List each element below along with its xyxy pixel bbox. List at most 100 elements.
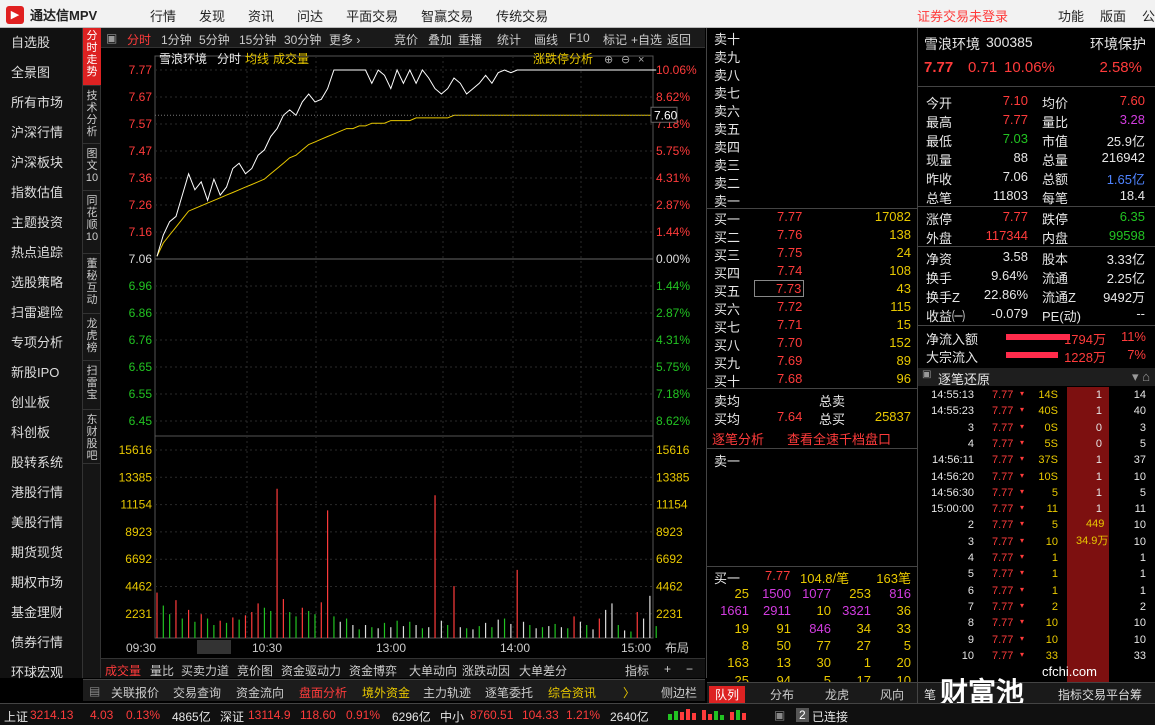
chart-tool-button[interactable]: 返回	[667, 31, 691, 48]
menu-item[interactable]: 发现	[199, 6, 225, 25]
period-tab[interactable]: 分时	[127, 31, 151, 48]
left-nav-item[interactable]: 所有市场	[0, 88, 82, 118]
collapse-icon[interactable]: ▣	[106, 31, 117, 45]
chart-tool-button[interactable]: 标记	[603, 31, 627, 48]
full-depth-link[interactable]: 查看全速千档盘口	[787, 429, 891, 448]
period-tab[interactable]: 5分钟	[199, 31, 230, 48]
orderbook-tab[interactable]: 风向	[880, 686, 904, 703]
vertical-tab[interactable]: 图文10	[83, 146, 101, 191]
right-menu-item[interactable]: 公	[1142, 9, 1155, 24]
indicator-control[interactable]: −	[686, 662, 693, 676]
vertical-tab[interactable]: 龙虎榜	[83, 316, 101, 361]
left-nav-item[interactable]: 债券行情	[0, 628, 82, 658]
vertical-tab[interactable]: 同花顺10	[83, 193, 101, 254]
chart-tool-button[interactable]: +自选	[631, 31, 662, 48]
left-nav-item[interactable]: 科创板	[0, 418, 82, 448]
left-nav-item[interactable]: 指数估值	[0, 178, 82, 208]
left-nav-item[interactable]: 扫雷避险	[0, 298, 82, 328]
indicator-tab[interactable]: 成交量	[105, 662, 141, 679]
indicator-tab[interactable]: 资金博弈	[349, 662, 397, 679]
indicator-tab[interactable]: 大单差分	[519, 662, 567, 679]
chart-tool-button[interactable]: F10	[569, 31, 590, 45]
intraday-chart[interactable]: 7.77 7.67 7.57 7.47 7.36 7.26 7.16 7.06 6.96 6.86…	[101, 48, 705, 658]
left-nav-item[interactable]: 选股策略	[0, 268, 82, 298]
left-nav-item[interactable]: 新股IPO	[0, 358, 82, 388]
zoom-in-icon[interactable]: ⊕	[604, 54, 613, 66]
bottom-panel-tab[interactable]: 〉	[623, 684, 635, 701]
ticks-collapse-icon[interactable]: ▣	[922, 369, 931, 380]
bottom-panel-tab[interactable]: 逐笔委托	[485, 684, 533, 701]
orderbook-tab[interactable]: 龙虎	[825, 686, 849, 703]
ticks-menu-icon[interactable]: ▾ ⌂	[1132, 369, 1150, 385]
menu-item[interactable]: 平面交易	[346, 6, 398, 25]
period-tab[interactable]: 更多 ›	[329, 31, 360, 48]
left-nav-item[interactable]: 环球宏观	[0, 658, 82, 688]
indicator-tab[interactable]: 涨跌动因	[462, 662, 510, 679]
close-icon[interactable]: ×	[638, 54, 644, 66]
left-nav-item[interactable]: 主题投资	[0, 208, 82, 238]
vertical-tab[interactable]: 分时走势	[83, 28, 101, 86]
period-tab[interactable]: 15分钟	[239, 31, 276, 48]
menu-item[interactable]: 传统交易	[496, 6, 548, 25]
industry-tag[interactable]: 环境保护	[1090, 34, 1146, 54]
layout-button[interactable]: 布局	[665, 641, 689, 655]
panel-toggle-icon[interactable]: ▤	[89, 684, 100, 698]
left-nav-item[interactable]: 沪深板块	[0, 148, 82, 178]
left-nav-item[interactable]: 期货现货	[0, 538, 82, 568]
left-nav-item[interactable]: 自选股	[0, 28, 82, 58]
tick-analysis-link[interactable]: 逐笔分析	[712, 429, 764, 448]
monitor-icon[interactable]: ▣	[774, 708, 785, 722]
chart-tool-button[interactable]: 统计	[497, 31, 521, 48]
menu-item[interactable]: 智赢交易	[421, 6, 473, 25]
period-tab[interactable]: 30分钟	[284, 31, 321, 48]
info-tab[interactable]: 指标交易平台	[1058, 686, 1130, 703]
left-nav-item[interactable]: 全景图	[0, 58, 82, 88]
vertical-tab[interactable]: 董秘互动	[83, 256, 101, 314]
right-menu-item[interactable]: 功能	[1058, 9, 1084, 24]
left-nav-item[interactable]: 股转系统	[0, 448, 82, 478]
bottom-panel-tab[interactable]: 关联报价	[111, 684, 159, 701]
left-nav-item[interactable]: 热点追踪	[0, 238, 82, 268]
bottom-panel-tab[interactable]: 资金流向	[236, 684, 284, 701]
left-nav-item[interactable]: 美股行情	[0, 508, 82, 538]
vertical-tab[interactable]: 扫雷宝	[83, 363, 101, 410]
left-nav-item[interactable]: 港股行情	[0, 478, 82, 508]
bottom-panel-tab[interactable]: 交易查询	[173, 684, 221, 701]
chart-tool-button[interactable]: 竞价	[394, 31, 418, 48]
trade-login-notice[interactable]: 证券交易未登录	[917, 6, 1008, 25]
indicator-control[interactable]: +	[664, 662, 671, 676]
chart-tool-button[interactable]: 叠加	[428, 31, 452, 48]
left-nav-item[interactable]: 沪深行情	[0, 118, 82, 148]
bottom-panel-tab[interactable]: 盘面分析	[299, 684, 347, 701]
bottom-panel-tab[interactable]: 侧边栏	[661, 684, 697, 701]
left-nav-item[interactable]: 期权市场	[0, 568, 82, 598]
orderbook-tab[interactable]: 分布	[770, 686, 794, 703]
left-nav-item[interactable]: 创业板	[0, 388, 82, 418]
bottom-panel-tab[interactable]: 境外资金	[362, 684, 410, 701]
limit-analysis-button[interactable]: 涨跌停分析	[533, 51, 593, 66]
bottom-panel-tab[interactable]: 综合资讯	[548, 684, 596, 701]
period-tab[interactable]: 1分钟	[161, 31, 192, 48]
sz-index-label[interactable]: 深证	[220, 708, 244, 725]
connection-status[interactable]: 已连接	[812, 708, 848, 725]
indicator-control[interactable]: 指标	[625, 662, 649, 679]
indicator-tab[interactable]: 买卖力道	[181, 662, 229, 679]
sh-index-label[interactable]: 上证	[4, 708, 28, 725]
indicator-tab[interactable]: 量比	[150, 662, 174, 679]
indicator-tab[interactable]: 竞价图	[237, 662, 273, 679]
zoom-out-icon[interactable]: ⊖	[621, 54, 630, 66]
vertical-tab[interactable]: 技术分析	[83, 88, 101, 144]
chart-tool-button[interactable]: 画线	[534, 31, 558, 48]
menu-item[interactable]: 问达	[297, 6, 323, 25]
indicator-tab[interactable]: 大单动向	[409, 662, 457, 679]
menu-item[interactable]: 行情	[150, 6, 176, 25]
right-menu-item[interactable]: 版面	[1100, 9, 1126, 24]
indicator-tab[interactable]: 资金驱动力	[281, 662, 341, 679]
info-tab[interactable]: 筹	[1130, 686, 1142, 703]
zx-index-label[interactable]: 中小	[440, 708, 464, 725]
chart-tool-button[interactable]: 重播	[458, 31, 482, 48]
app-logo[interactable]: ▶ 通达信MPV	[6, 5, 97, 24]
menu-item[interactable]: 资讯	[248, 6, 274, 25]
left-nav-item[interactable]: 专项分析	[0, 328, 82, 358]
orderbook-tab[interactable]: 队列	[709, 686, 746, 703]
